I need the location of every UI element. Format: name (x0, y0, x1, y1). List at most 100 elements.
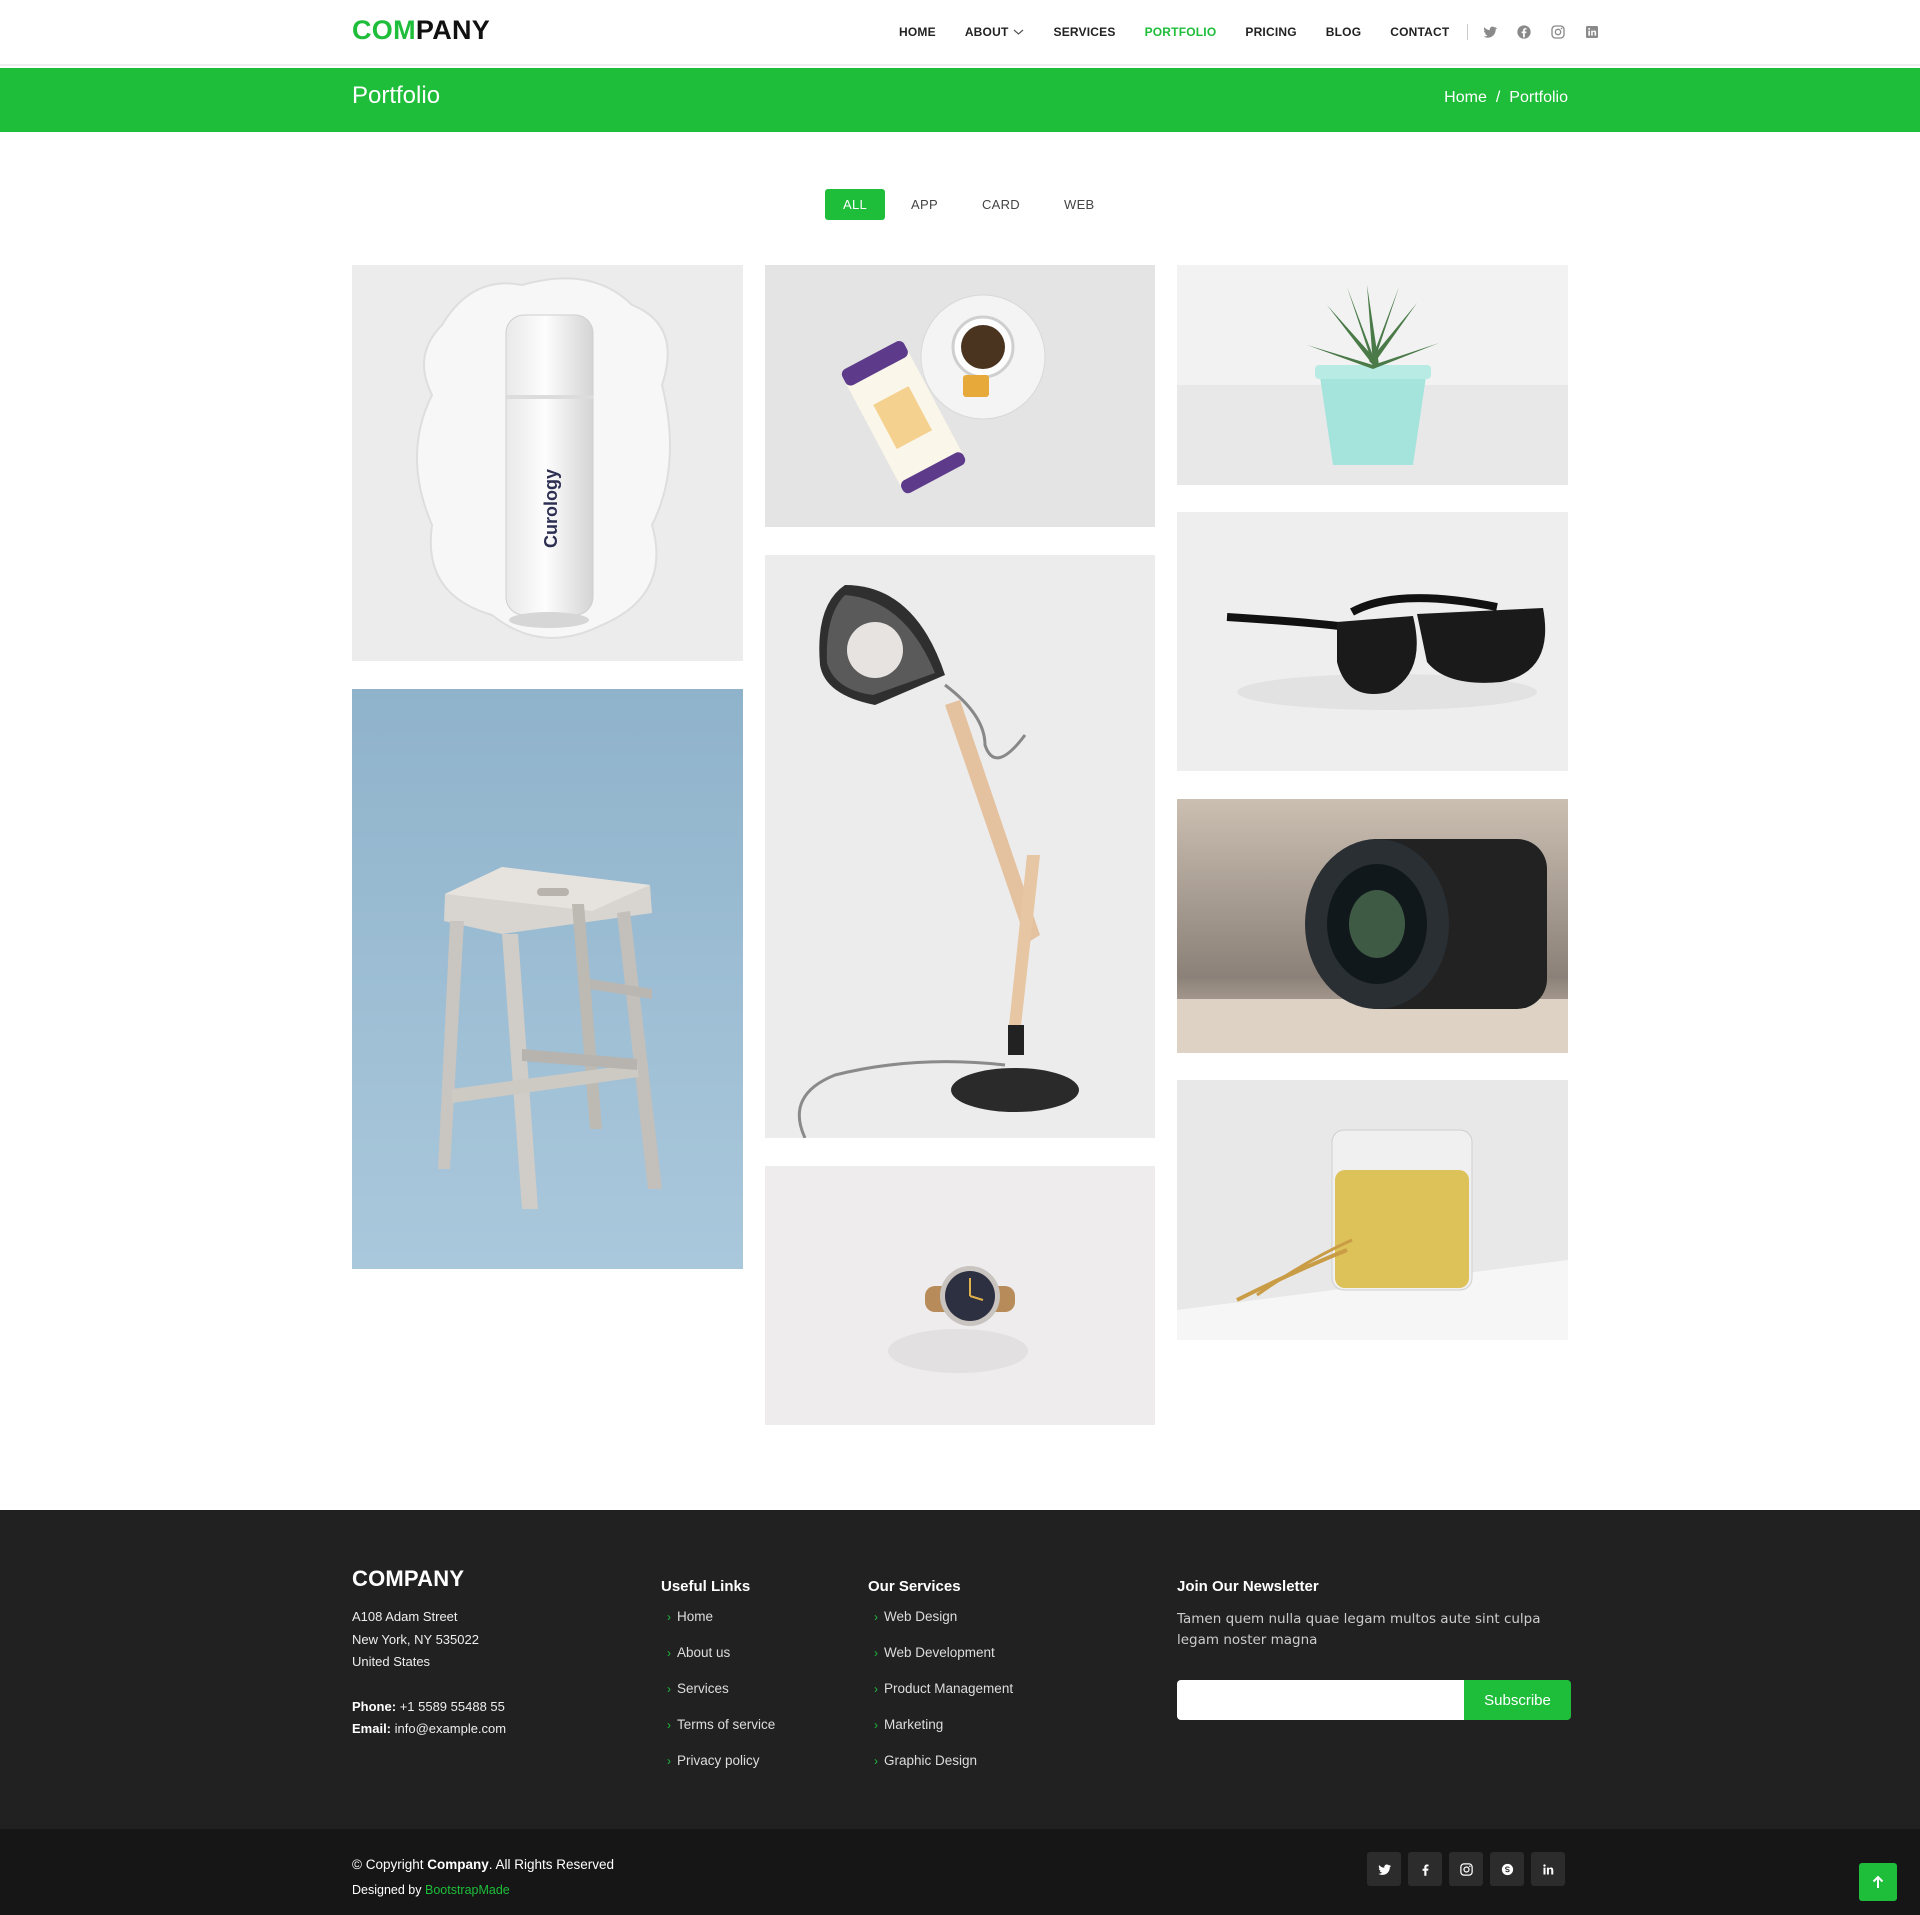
footer-service-marketing[interactable]: › Marketing (868, 1717, 1013, 1753)
portfolio-item-stool[interactable] (352, 689, 743, 1269)
address-line: A108 Adam Street (352, 1609, 458, 1624)
footer-service-web-dev[interactable]: › Web Development (868, 1645, 1013, 1681)
newsletter-form: Subscribe (1177, 1680, 1571, 1720)
breadcrumb-home-link[interactable]: Home (1444, 89, 1487, 107)
portfolio-filters: ALL APP CARD WEB (825, 189, 1121, 220)
portfolio-item-tea[interactable] (765, 265, 1155, 527)
nav-home[interactable]: HOME (899, 25, 936, 39)
copyright-suffix: . All Rights Reserved (488, 1857, 615, 1872)
sunglasses-image (1177, 512, 1568, 771)
footer-link-terms[interactable]: › Terms of service (661, 1717, 775, 1753)
useful-links-heading: Useful Links (661, 1578, 751, 1595)
footer-company-col: COMPANY A108 Adam Street New York, NY 53… (352, 1566, 506, 1741)
instagram-icon[interactable] (1550, 24, 1566, 40)
chevron-right-icon: › (667, 1646, 671, 1660)
footer-newsletter-col: Join Our Newsletter Tamen quem nulla qua… (1177, 1566, 1571, 1720)
footer-instagram-button[interactable] (1449, 1852, 1483, 1886)
portfolio-item-lens[interactable] (1177, 799, 1568, 1053)
footer-company-name: COMPANY (352, 1566, 465, 1591)
back-to-top-button[interactable] (1859, 1863, 1897, 1901)
nav-portfolio[interactable]: PORTFOLIO (1145, 25, 1217, 39)
footer-facebook-button[interactable] (1408, 1852, 1442, 1886)
designed-by: Designed by BootstrapMade (352, 1883, 510, 1897)
page-title: Portfolio (352, 82, 441, 109)
footer-service-label: Graphic Design (884, 1753, 978, 1768)
watch-image (765, 1166, 1155, 1425)
filter-web[interactable]: WEB (1046, 189, 1113, 220)
chevron-right-icon: › (667, 1610, 671, 1624)
lamp-image (765, 555, 1155, 1138)
site-logo[interactable]: COMPANY (352, 15, 490, 46)
useful-links-list: › Home › About us › Services › Terms of serv… (661, 1609, 775, 1789)
footer-service-label: Product Management (884, 1681, 1014, 1696)
portfolio-item-watch[interactable] (765, 1166, 1155, 1425)
footer-link-label: Privacy policy (677, 1753, 760, 1768)
footer-link-label: Services (677, 1681, 729, 1696)
address-line: United States (352, 1654, 431, 1669)
footer-link-home[interactable]: › Home (661, 1609, 775, 1645)
email-value: info@example.com (394, 1721, 507, 1736)
main-nav: HOME ABOUT SERVICES PORTFOLIO PRICING BL… (899, 0, 1600, 64)
bottle-image: Curology (352, 265, 743, 661)
footer-skype-button[interactable] (1490, 1852, 1524, 1886)
chevron-right-icon: › (874, 1646, 878, 1660)
copyright: © Copyright Company. All Rights Reserved (352, 1857, 614, 1872)
footer-service-graphic-design[interactable]: › Graphic Design (868, 1753, 1013, 1789)
nav-pricing[interactable]: PRICING (1245, 25, 1296, 39)
newsletter-heading: Join Our Newsletter (1177, 1578, 1319, 1595)
filter-app[interactable]: APP (893, 189, 956, 220)
twitter-icon (1377, 1863, 1391, 1875)
footer-services-col: Our Services › Web Design › Web Developmen… (868, 1566, 1013, 1789)
footer-bottom: © Copyright Company. All Rights Reserved… (0, 1829, 1920, 1915)
nav-about-label: ABOUT (964, 25, 1009, 39)
footer-service-label: Web Design (884, 1609, 958, 1624)
footer-social-links (1360, 1852, 1565, 1886)
newsletter-email-input[interactable] (1177, 1680, 1464, 1720)
arrow-up-icon (1872, 1875, 1884, 1888)
footer-service-web-design[interactable]: › Web Design (868, 1609, 1013, 1645)
nav-services[interactable]: SERVICES (1053, 25, 1115, 39)
chevron-right-icon: › (667, 1718, 671, 1732)
footer-address: A108 Adam Street New York, NY 535022 Uni… (352, 1606, 506, 1674)
portfolio-item-lamp[interactable] (765, 555, 1155, 1138)
designer-link[interactable]: BootstrapMade (425, 1883, 510, 1897)
footer-top: COMPANY A108 Adam Street New York, NY 53… (0, 1510, 1920, 1829)
footer-twitter-button[interactable] (1367, 1852, 1401, 1886)
services-heading: Our Services (868, 1578, 961, 1595)
portfolio-item-glass[interactable] (1177, 1080, 1568, 1340)
footer-link-services[interactable]: › Services (661, 1681, 775, 1717)
twitter-icon[interactable] (1482, 24, 1498, 40)
nav-contact[interactable]: CONTACT (1390, 25, 1449, 39)
footer-service-label: Web Development (884, 1645, 995, 1660)
footer-link-privacy[interactable]: › Privacy policy (661, 1753, 775, 1789)
portfolio-item-bottle[interactable]: Curology (352, 265, 743, 661)
chevron-right-icon: › (874, 1682, 878, 1696)
filter-card[interactable]: CARD (964, 189, 1038, 220)
facebook-icon[interactable] (1516, 24, 1532, 40)
subscribe-button[interactable]: Subscribe (1464, 1680, 1571, 1720)
breadcrumb-current: Portfolio (1509, 89, 1568, 106)
email-label: Email: (352, 1721, 392, 1736)
chevron-down-icon (1014, 29, 1024, 35)
footer-service-label: Marketing (884, 1717, 944, 1732)
breadcrumb: Home / Portfolio (1444, 89, 1568, 107)
linkedin-icon[interactable] (1584, 24, 1600, 40)
chevron-right-icon: › (874, 1718, 878, 1732)
logo-text: PANY (415, 15, 491, 45)
designed-prefix: Designed by (352, 1883, 422, 1897)
footer-link-about[interactable]: › About us (661, 1645, 775, 1681)
skype-icon (1501, 1863, 1513, 1875)
tea-image (765, 265, 1155, 527)
footer-link-label: About us (677, 1645, 731, 1660)
footer-service-product-mgmt[interactable]: › Product Management (868, 1681, 1013, 1717)
portfolio-item-plant[interactable] (1177, 265, 1568, 485)
portfolio-item-sunglasses[interactable] (1177, 512, 1568, 771)
footer-linkedin-button[interactable] (1531, 1852, 1565, 1886)
footer-useful-links-col: Useful Links › Home › About us › Services ›… (661, 1566, 775, 1789)
copyright-prefix: © Copyright (352, 1857, 424, 1872)
stool-image (352, 689, 743, 1269)
filter-all[interactable]: ALL (825, 189, 886, 220)
nav-about[interactable]: ABOUT (965, 25, 1025, 39)
nav-blog[interactable]: BLOG (1326, 25, 1361, 39)
chevron-right-icon: › (667, 1682, 671, 1696)
